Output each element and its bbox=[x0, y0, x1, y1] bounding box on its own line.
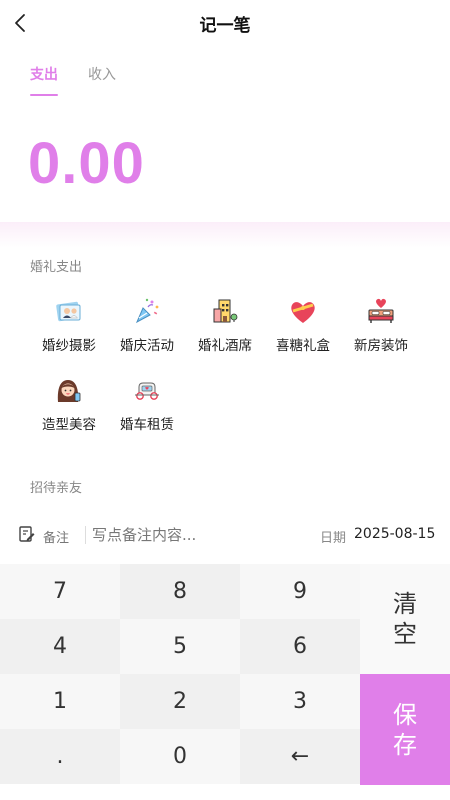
category-label: 新房装饰 bbox=[354, 338, 408, 354]
category-wedding-event[interactable]: 婚庆活动 bbox=[108, 290, 186, 369]
category-label: 婚车租赁 bbox=[120, 417, 174, 433]
category-label: 造型美容 bbox=[42, 417, 96, 433]
tab-expense[interactable]: 支出 bbox=[30, 64, 58, 96]
wedding-car-icon bbox=[135, 382, 159, 400]
top-bar: 记一笔 bbox=[0, 0, 450, 46]
makeup-styling-icon bbox=[57, 380, 81, 402]
party-popper-icon bbox=[135, 298, 159, 324]
bed-decoration-icon bbox=[368, 298, 394, 323]
tab-income[interactable]: 收入 bbox=[88, 64, 116, 96]
category-label: 喜糖礼盒 bbox=[276, 338, 330, 354]
category-new-home[interactable]: 新房装饰 bbox=[342, 290, 420, 369]
candy-gift-box-icon bbox=[291, 302, 315, 323]
key-1[interactable]: 1 bbox=[0, 674, 120, 729]
bottom-safe-area bbox=[0, 785, 450, 800]
wedding-photo-icon bbox=[56, 301, 81, 322]
save-label-line2: 存 bbox=[393, 730, 417, 759]
section-title-wedding: 婚礼支出 bbox=[30, 260, 83, 275]
key-7[interactable]: 7 bbox=[0, 564, 120, 619]
amount-display: 0.00 bbox=[28, 131, 145, 196]
section-title-guests: 招待亲友 bbox=[30, 481, 83, 496]
key-5[interactable]: 5 bbox=[120, 619, 240, 674]
save-label-line1: 保 bbox=[393, 700, 417, 729]
clear-button[interactable]: 清 空 bbox=[360, 564, 450, 674]
category-label: 婚礼酒席 bbox=[198, 338, 252, 354]
category-candy-gift[interactable]: 喜糖礼盒 bbox=[264, 290, 342, 369]
key-6[interactable]: 6 bbox=[240, 619, 360, 674]
key-backspace[interactable]: ← bbox=[240, 729, 360, 784]
key-0[interactable]: 0 bbox=[120, 729, 240, 784]
banquet-hall-icon bbox=[213, 299, 238, 323]
clear-label-line2: 空 bbox=[393, 620, 417, 648]
category-label: 婚纱摄影 bbox=[42, 338, 96, 354]
category-grid: 婚纱摄影 婚庆活动 婚礼酒席 喜糖礼盒 新房装饰 造型美容 婚车租赁 bbox=[30, 290, 430, 448]
key-2[interactable]: 2 bbox=[120, 674, 240, 729]
remark-label: 备注 bbox=[43, 531, 70, 546]
key-4[interactable]: 4 bbox=[0, 619, 120, 674]
category-wedding-photo[interactable]: 婚纱摄影 bbox=[30, 290, 108, 369]
key-9[interactable]: 9 bbox=[240, 564, 360, 619]
date-picker[interactable]: 2025-08-15 bbox=[354, 526, 435, 542]
date-label: 日期 bbox=[320, 531, 347, 546]
header-fade bbox=[0, 222, 450, 248]
page-title: 记一笔 bbox=[199, 16, 251, 36]
category-label: 婚庆活动 bbox=[120, 338, 174, 354]
category-banquet[interactable]: 婚礼酒席 bbox=[186, 290, 264, 369]
category-wedding-car[interactable]: 婚车租赁 bbox=[108, 369, 186, 448]
key-decimal[interactable]: . bbox=[0, 729, 120, 784]
save-button[interactable]: 保 存 bbox=[360, 674, 450, 785]
clear-label-line1: 清 bbox=[393, 590, 417, 618]
number-keypad: 7 8 9 4 5 6 1 2 3 . 0 ← 清 空 保 存 bbox=[0, 564, 450, 785]
key-3[interactable]: 3 bbox=[240, 674, 360, 729]
category-styling[interactable]: 造型美容 bbox=[30, 369, 108, 448]
remark-input[interactable] bbox=[92, 522, 292, 548]
remark-row: 备注 日期 2025-08-15 bbox=[0, 516, 450, 554]
key-8[interactable]: 8 bbox=[120, 564, 240, 619]
remark-divider bbox=[85, 526, 86, 544]
edit-note-icon bbox=[19, 526, 35, 542]
type-tabs: 支出 收入 bbox=[30, 64, 116, 96]
